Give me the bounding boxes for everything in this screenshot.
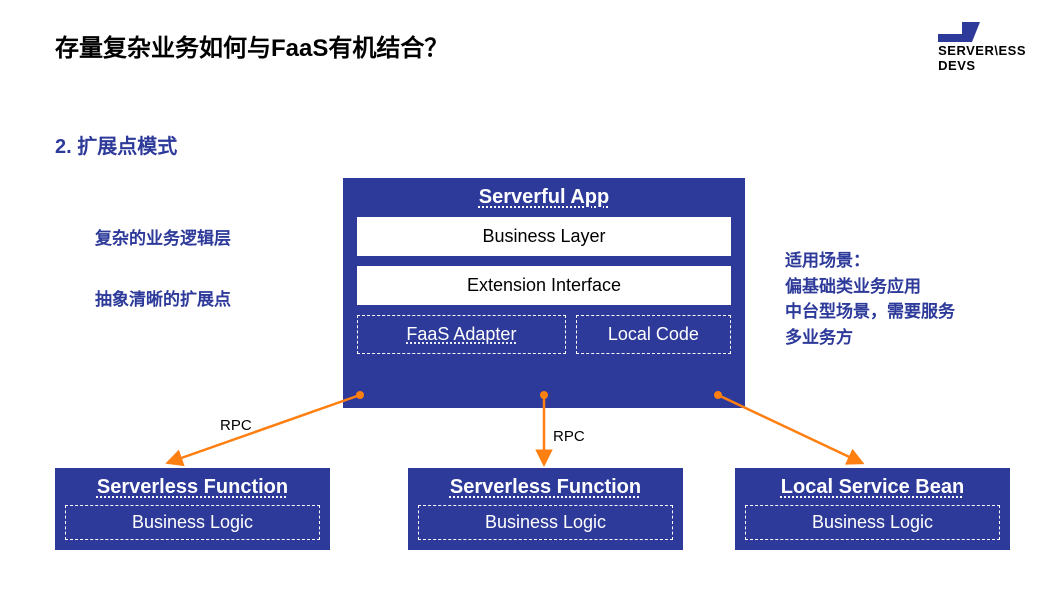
page-title: 存量复杂业务如何与FaaS有机结合？ [55, 28, 448, 63]
right-label-heading: 适用场景： [785, 248, 955, 274]
business-logic-box-1: Business Logic [65, 505, 320, 540]
business-layer-box: Business Layer [357, 217, 731, 256]
left-label-extension: 抽象清晰的扩展点 [95, 285, 231, 310]
rpc-label-1: RPC [220, 417, 252, 434]
faas-adapter-label: FaaS Adapter [406, 324, 516, 344]
local-code-box: Local Code [576, 315, 731, 354]
right-label-line2: 中台型场景，需要服务 [785, 299, 955, 325]
serverful-app-box: Serverful App Business Layer Extension I… [343, 178, 745, 408]
local-service-bean-title: Local Service Bean [745, 476, 1000, 499]
section-subtitle: 2. 扩展点模式 [55, 130, 177, 159]
faas-adapter-box: FaaS Adapter [357, 315, 566, 354]
right-labels-scenario: 适用场景： 偏基础类业务应用 中台型场景，需要服务 多业务方 [785, 248, 955, 350]
logo-mark-icon [938, 22, 980, 42]
right-label-line1: 偏基础类业务应用 [785, 274, 955, 300]
serverless-fn-title-2: Serverless Function [418, 476, 673, 499]
local-service-bean-box: Local Service Bean Business Logic [735, 468, 1010, 550]
business-logic-box-2: Business Logic [418, 505, 673, 540]
serverless-fn-box-1: Serverless Function Business Logic [55, 468, 330, 550]
logo-text-line2: DEVS [938, 59, 1026, 74]
logo-text-line1: SERVER\ESS [938, 44, 1026, 59]
business-logic-box-3: Business Logic [745, 505, 1000, 540]
serverless-fn-box-2: Serverless Function Business Logic [408, 468, 683, 550]
adapter-row: FaaS Adapter Local Code [357, 315, 731, 354]
serverful-app-title: Serverful App [353, 186, 735, 209]
logo: SERVER\ESS DEVS [938, 22, 1026, 74]
right-label-line3: 多业务方 [785, 325, 955, 351]
rpc-label-2: RPC [553, 428, 585, 445]
serverless-fn-title-1: Serverless Function [65, 476, 320, 499]
extension-interface-box: Extension Interface [357, 266, 731, 305]
left-label-business: 复杂的业务逻辑层 [95, 224, 231, 249]
